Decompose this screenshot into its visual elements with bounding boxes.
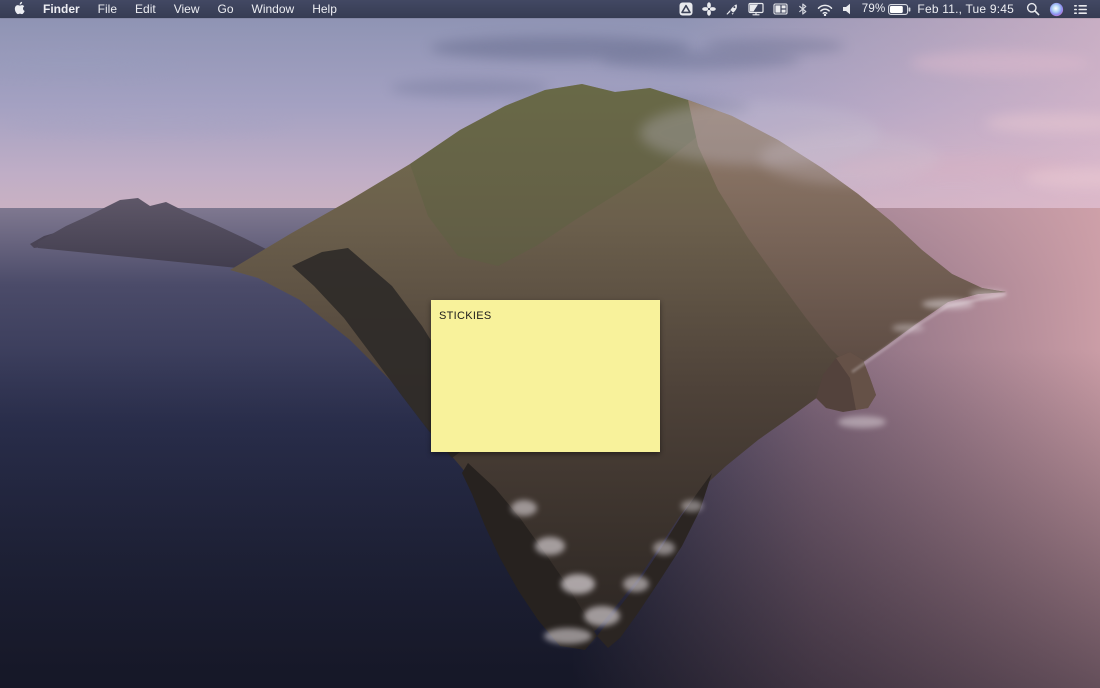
menu-view[interactable]: View [165, 0, 209, 18]
rocket-app-icon[interactable] [725, 2, 739, 16]
menu-finder[interactable]: Finder [34, 0, 89, 18]
menu-file[interactable]: File [89, 0, 126, 18]
menu-help[interactable]: Help [303, 0, 346, 18]
display-app-icon[interactable] [748, 2, 764, 16]
apple-logo-icon [14, 0, 26, 18]
menu-window[interactable]: Window [243, 0, 304, 18]
menu-edit[interactable]: Edit [126, 0, 165, 18]
bluetooth-icon[interactable] [797, 2, 808, 16]
menu-bar-clock[interactable]: Feb 11., Tue 9:45 [917, 0, 1014, 18]
apple-menu[interactable] [12, 0, 34, 18]
menu-bar: Finder File Edit View Go Window Help [0, 0, 1100, 18]
spotlight-search-icon[interactable] [1026, 2, 1040, 16]
battery-percent-label: 79% [862, 0, 886, 18]
fan-app-icon[interactable] [702, 2, 716, 16]
battery-status[interactable]: 79% [862, 0, 912, 18]
triangle-app-icon[interactable] [679, 2, 693, 16]
menu-go[interactable]: Go [209, 0, 243, 18]
volume-icon[interactable] [842, 3, 853, 15]
siri-icon[interactable] [1049, 2, 1064, 17]
sticky-note-text[interactable]: STICKIES [431, 300, 660, 333]
status-tray: 79% Feb 11., Tue 9:45 [670, 0, 1088, 18]
wifi-icon[interactable] [817, 3, 833, 16]
desktop: Finder File Edit View Go Window Help [0, 0, 1100, 688]
battery-icon [888, 4, 911, 15]
sticky-note-window[interactable]: STICKIES [431, 300, 660, 452]
app-menus: Finder File Edit View Go Window Help [34, 0, 346, 18]
window-tiles-app-icon[interactable] [773, 2, 788, 16]
notification-center-icon[interactable] [1073, 3, 1088, 16]
